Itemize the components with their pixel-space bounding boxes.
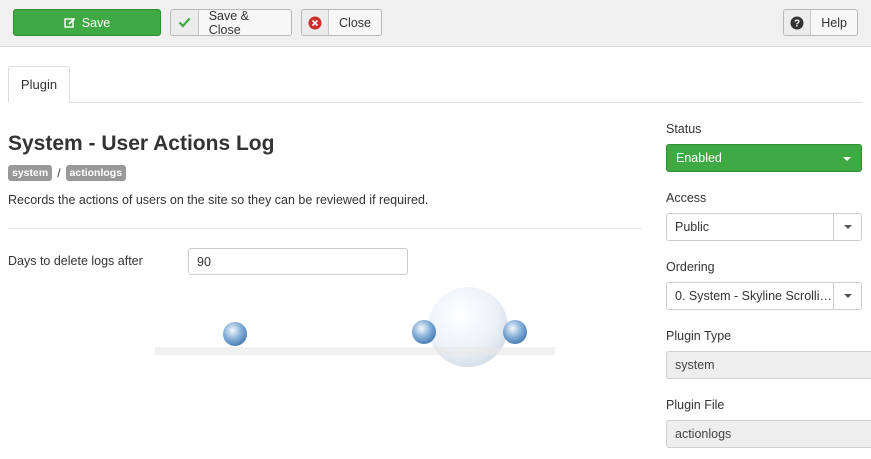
edit-icon [64, 17, 76, 29]
caret-down-icon [843, 294, 852, 298]
access-label: Access [666, 191, 707, 205]
access-value: Public [675, 220, 710, 234]
access-select[interactable]: Public [666, 213, 862, 241]
watermark-logo-icon [155, 287, 555, 367]
plugin-description: Records the actions of users on the site… [8, 193, 429, 207]
tab-divider [8, 102, 862, 103]
badge-folder: system [8, 165, 53, 181]
status-value: Enabled [676, 151, 722, 165]
close-button-label: Close [339, 15, 371, 30]
status-label: Status [666, 122, 702, 136]
close-button[interactable]: Close [301, 9, 382, 36]
plugin-file-field: actionlogs [666, 420, 871, 448]
days-to-delete-label: Days to delete logs after [8, 254, 143, 268]
plugin-badges: system / actionlogs [8, 165, 127, 181]
status-select[interactable]: Enabled [666, 144, 862, 172]
save-and-close-label: Save & Close [208, 9, 250, 36]
divider [8, 228, 642, 229]
close-circle-icon [302, 10, 330, 35]
plugin-type-field: system [666, 351, 871, 379]
save-button[interactable]: Save [13, 9, 161, 36]
plugin-type-label: Plugin Type [666, 329, 732, 343]
days-to-delete-input[interactable] [188, 248, 408, 275]
badge-separator: / [57, 166, 61, 180]
question-icon: ? [784, 10, 812, 35]
save-button-label: Save [81, 15, 111, 30]
tab-plugin[interactable]: Plugin [8, 66, 70, 103]
page-title: System - User Actions Log [8, 132, 275, 155]
save-and-close-button[interactable]: Save & Close [170, 9, 292, 36]
svg-text:?: ? [794, 18, 800, 29]
caret-down-icon [843, 157, 851, 161]
plugin-file-label: Plugin File [666, 398, 725, 412]
ordering-label: Ordering [666, 260, 715, 274]
help-button-label: Help [821, 15, 847, 30]
badge-element: actionlogs [65, 165, 127, 181]
ordering-select[interactable]: 0. System - Skyline Scrolling Element [666, 282, 862, 310]
access-dropdown-toggle[interactable] [833, 214, 861, 240]
ordering-value: 0. System - Skyline Scrolling Element [675, 289, 833, 303]
caret-down-icon [843, 225, 852, 229]
check-icon [171, 10, 199, 35]
help-button[interactable]: ? Help [783, 9, 858, 36]
ordering-dropdown-toggle[interactable] [833, 283, 861, 309]
toolbar: Save Save & Close Close ? Help [0, 0, 871, 47]
